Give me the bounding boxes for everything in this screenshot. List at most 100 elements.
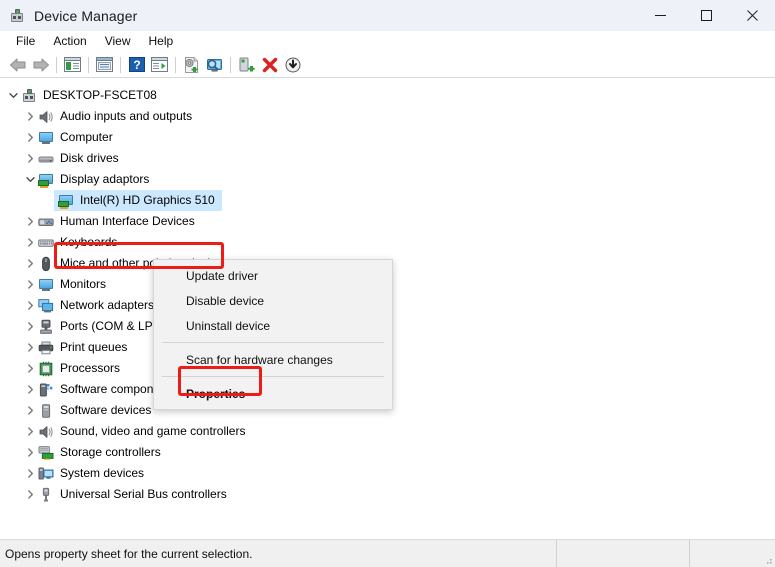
chevron-right-icon[interactable] [23, 295, 38, 316]
toolbar: ? [0, 52, 775, 78]
tree-node-label: Sound, video and game controllers [60, 424, 246, 438]
chevron-right-icon[interactable] [23, 358, 38, 379]
chevron-right-icon[interactable] [23, 337, 38, 358]
tree-node-keyboards[interactable]: Keyboards [0, 232, 775, 253]
display-adapter-icon [58, 193, 74, 209]
uninstall-device-button[interactable] [258, 54, 281, 76]
monitor-icon [38, 130, 54, 146]
device-context-menu[interactable]: Update driver Disable device Uninstall d… [153, 259, 393, 410]
toolbar-separator-3 [120, 56, 121, 73]
chevron-right-icon[interactable] [23, 106, 38, 127]
context-menu-item-scan-for-hardware-changes[interactable]: Scan for hardware changes [154, 347, 392, 372]
context-menu-item-uninstall-device[interactable]: Uninstall device [154, 313, 392, 338]
tree-node-label: Monitors [60, 277, 107, 291]
chevron-right-icon[interactable] [23, 421, 38, 442]
svg-text:?: ? [133, 58, 140, 72]
usb-icon [38, 487, 54, 503]
chevron-right-icon[interactable] [23, 316, 38, 337]
help-button[interactable]: ? [125, 54, 148, 76]
monitor-icon [38, 277, 54, 293]
context-menu-item-properties[interactable]: Properties [154, 381, 392, 406]
tree-node-label: Display adaptors [60, 172, 150, 186]
properties-window-icon [96, 57, 113, 72]
chevron-right-icon[interactable] [23, 442, 38, 463]
chevron-right-icon[interactable] [23, 400, 38, 421]
mouse-icon [38, 256, 54, 272]
display-adapter-icon [38, 172, 54, 188]
resize-grip-icon[interactable] [763, 555, 773, 565]
keyboard-icon [38, 235, 54, 251]
speaker-icon [38, 424, 54, 440]
processor-icon [38, 361, 54, 377]
status-bar: Opens property sheet for the current sel… [0, 539, 775, 567]
show-hide-console-tree-button[interactable] [61, 54, 84, 76]
scan-hardware-icon [207, 58, 222, 72]
software-component-icon [38, 382, 54, 398]
tree-node-label: Storage controllers [60, 445, 161, 459]
minimize-button[interactable] [637, 0, 683, 31]
chevron-right-icon[interactable] [23, 484, 38, 505]
red-x-icon [262, 57, 277, 72]
tree-node-label: Ports (COM & LPT) [60, 319, 165, 333]
tree-node-disk-drives[interactable]: Disk drives [0, 148, 775, 169]
context-menu-separator-1 [162, 342, 384, 343]
context-menu-item-update-driver[interactable]: Update driver [154, 263, 392, 288]
menu-help[interactable]: Help [140, 32, 183, 51]
tree-node-label: System devices [60, 466, 145, 480]
back-button[interactable] [6, 54, 29, 76]
tree-node-intel-hd-graphics-510[interactable]: Intel(R) HD Graphics 510 [0, 190, 775, 211]
chevron-down-icon[interactable] [6, 85, 21, 106]
tree-node-label: Universal Serial Bus controllers [60, 487, 227, 501]
tree-node-audio-inputs-and-outputs[interactable]: Audio inputs and outputs [0, 106, 775, 127]
system-device-icon [38, 466, 54, 482]
tree-node-display-adaptors[interactable]: Display adaptors [0, 169, 775, 190]
action-pane-icon [151, 57, 168, 72]
update-driver-button[interactable] [180, 54, 203, 76]
tree-node-label: Computer [60, 130, 113, 144]
update-driver-icon [184, 56, 198, 73]
tree-node-sound-video-and-game-controllers[interactable]: Sound, video and game controllers [0, 421, 775, 442]
toolbar-separator-1 [56, 56, 57, 73]
enable-device-icon [239, 57, 255, 71]
tree-node-human-interface-devices[interactable]: Human Interface Devices [0, 211, 775, 232]
tree-node-computer[interactable]: Computer [0, 127, 775, 148]
chevron-right-icon[interactable] [23, 379, 38, 400]
chevron-right-icon[interactable] [23, 127, 38, 148]
port-icon [38, 319, 54, 335]
chevron-right-icon[interactable] [23, 253, 38, 274]
tree-node-storage-controllers[interactable]: Storage controllers [0, 442, 775, 463]
enable-device-button[interactable] [235, 54, 258, 76]
context-menu-separator-2 [162, 376, 384, 377]
device-manager-icon [9, 8, 25, 24]
maximize-button[interactable] [683, 0, 729, 31]
status-pane-2 [557, 540, 690, 567]
menu-action[interactable]: Action [44, 32, 95, 51]
disable-device-button[interactable] [281, 54, 304, 76]
context-menu-item-disable-device[interactable]: Disable device [154, 288, 392, 313]
tree-node-system-devices[interactable]: System devices [0, 463, 775, 484]
device-manager-window: Device Manager File Action View Help ? D… [0, 0, 775, 567]
close-button[interactable] [729, 0, 775, 31]
tree-node-root[interactable]: DESKTOP-FSCET08 [0, 85, 775, 106]
chevron-right-icon[interactable] [23, 463, 38, 484]
menu-file[interactable]: File [7, 32, 44, 51]
menu-view[interactable]: View [96, 32, 140, 51]
scan-hardware-changes-button[interactable] [203, 54, 226, 76]
chevron-down-icon[interactable] [23, 169, 38, 190]
window-title: Device Manager [34, 7, 138, 24]
tree-node-label: Human Interface Devices [60, 214, 195, 228]
chevron-right-icon[interactable] [23, 232, 38, 253]
chevron-right-icon[interactable] [23, 274, 38, 295]
tree-node-universal-serial-bus-controllers[interactable]: Universal Serial Bus controllers [0, 484, 775, 505]
device-tree-panel[interactable]: DESKTOP-FSCET08 Audio inputs and outputs [0, 78, 775, 539]
chevron-right-icon[interactable] [23, 211, 38, 232]
menu-bar: File Action View Help [0, 31, 775, 52]
computer-root-icon [21, 88, 37, 104]
toolbar-separator-5 [230, 56, 231, 73]
forward-button[interactable] [29, 54, 52, 76]
properties-button[interactable] [93, 54, 116, 76]
help-question-icon: ? [128, 57, 145, 72]
arrow-right-icon [33, 58, 49, 71]
chevron-right-icon[interactable] [23, 148, 38, 169]
show-hide-action-pane-button[interactable] [148, 54, 171, 76]
